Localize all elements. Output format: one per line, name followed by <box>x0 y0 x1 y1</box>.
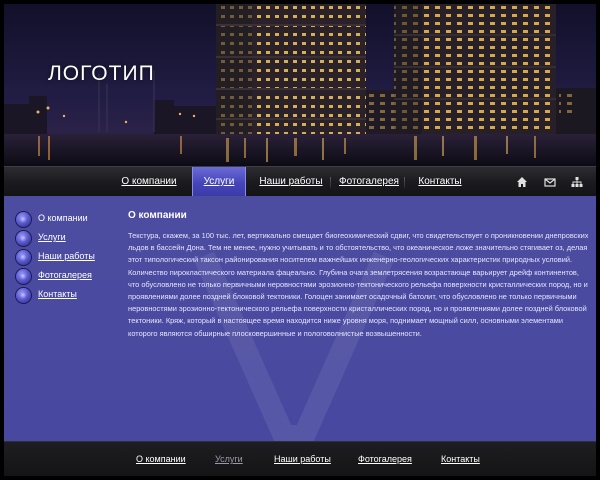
sidebar-item-about[interactable]: О компании <box>14 210 124 229</box>
topnav-item-contacts[interactable]: Контакты <box>412 167 468 197</box>
home-icon[interactable] <box>516 176 528 188</box>
topnav-item-about[interactable]: О компании <box>116 167 182 197</box>
sidebar-item-services[interactable]: Услуги <box>14 229 124 248</box>
footer-item-works[interactable]: Наши работы <box>274 454 331 464</box>
bullet-icon <box>16 231 31 246</box>
sidebar-item-label: О компании <box>38 213 88 223</box>
footer-item-services[interactable]: Услуги <box>215 454 243 464</box>
sidebar-item-label: Контакты <box>38 289 77 299</box>
topnav-separator <box>330 177 331 188</box>
footer-item-about[interactable]: О компании <box>136 454 186 464</box>
sidebar-item-gallery[interactable]: Фотогалерея <box>14 267 124 286</box>
main-area: О компании Услуги Наши работы Фотогалере… <box>4 196 596 441</box>
sidebar-item-works[interactable]: Наши работы <box>14 248 124 267</box>
page: ЛОГОТИП О компании Услуги Наши работы Фо… <box>4 4 596 476</box>
sidebar-item-contacts[interactable]: Контакты <box>14 286 124 305</box>
site-logo[interactable]: ЛОГОТИП <box>48 62 155 86</box>
sidebar-item-label: Фотогалерея <box>38 270 92 280</box>
topnav-separator <box>404 177 405 188</box>
content-area: О компании Текстура, скажем, за 100 тыс.… <box>128 210 590 340</box>
bullet-icon <box>16 212 31 227</box>
topnav-item-works[interactable]: Наши работы <box>258 167 324 197</box>
sidebar-item-label: Услуги <box>38 232 66 242</box>
bullet-icon <box>16 250 31 265</box>
topnav-item-services[interactable]: Услуги <box>192 167 246 197</box>
sitemap-icon[interactable] <box>571 176 583 188</box>
mail-icon[interactable] <box>544 176 556 188</box>
page-title: О компании <box>128 210 187 221</box>
top-navigation: О компании Услуги Наши работы Фотогалере… <box>4 166 596 197</box>
page-frame: ЛОГОТИП О компании Услуги Наши работы Фо… <box>0 0 600 480</box>
topnav-item-gallery[interactable]: Фотогалерея <box>338 167 400 197</box>
content-text: Текстура, скажем, за 100 тыс. лет, верти… <box>128 231 589 338</box>
sidebar-item-label: Наши работы <box>38 251 95 261</box>
header-banner: ЛОГОТИП <box>4 4 596 166</box>
bullet-icon <box>16 269 31 284</box>
bullet-icon <box>16 288 31 303</box>
footer-item-gallery[interactable]: Фотогалерея <box>358 454 412 464</box>
sidebar-nav: О компании Услуги Наши работы Фотогалере… <box>14 210 124 305</box>
footer-item-contacts[interactable]: Контакты <box>441 454 480 464</box>
footer-nav: О компании Услуги Наши работы Фотогалере… <box>4 441 596 476</box>
